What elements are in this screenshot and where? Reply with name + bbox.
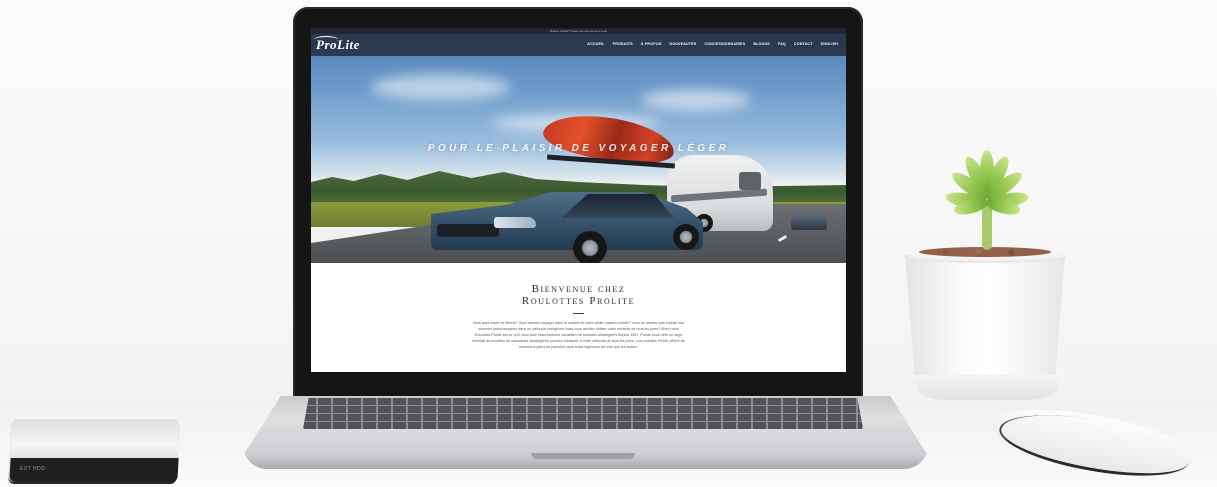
welcome-body-text: Vous avez envie de liberté? Vous désirez… — [472, 321, 685, 349]
welcome-title-line1: Bienvenue chez — [531, 283, 626, 295]
nav-item-a-propos[interactable]: À PROPOS — [641, 42, 662, 46]
cloud — [641, 89, 751, 111]
hard-drive-label: EXT HDD — [20, 466, 46, 472]
nav-item-english[interactable]: ENGLISH — [821, 42, 838, 46]
car-grille — [437, 224, 499, 237]
hero-tagline: POUR LE PLAISIR DE VOYAGER LÉGER — [427, 143, 730, 154]
nav-item-nouveautes[interactable]: NOUVEAUTÉS — [669, 42, 696, 46]
welcome-section: Bienvenue chez Roulottes Prolite Vous av… — [311, 263, 846, 372]
website-navbar: ProLite ACCUEIL PRODUITS À PROPOS NOUVEA… — [311, 34, 846, 56]
nav-item-concessionnaires[interactable]: CONCESSIONNAIRES — [704, 42, 745, 46]
trackpad-notch — [531, 453, 635, 459]
nav-item-accueil[interactable]: ACCUEIL — [587, 42, 604, 46]
welcome-divider — [573, 313, 584, 314]
welcome-title-line2: Roulottes Prolite — [521, 295, 636, 307]
nav-item-blogue[interactable]: BLOGUE — [753, 42, 770, 46]
nav-item-faq[interactable]: FAQ — [778, 42, 786, 46]
prolite-logo[interactable]: ProLite — [316, 37, 360, 53]
trailer-window — [739, 172, 761, 190]
nav-menu: ACCUEIL PRODUITS À PROPOS NOUVEAUTÉS CON… — [587, 42, 838, 46]
laptop-screen: Besoin d'aide? Nous sommes là pour vous … — [311, 28, 846, 372]
plant-pot — [905, 255, 1065, 375]
nav-item-produits[interactable]: PRODUITS — [613, 42, 633, 46]
distant-car — [791, 214, 827, 230]
car-rear-wheel — [673, 224, 699, 250]
hero-banner: POUR LE PLAISIR DE VOYAGER LÉGER — [311, 34, 846, 263]
car-headlight — [494, 217, 536, 228]
cloud — [371, 74, 511, 100]
car-front-wheel — [573, 231, 607, 263]
nav-item-contact[interactable]: CONTACT — [794, 42, 813, 46]
laptop-keyboard — [303, 398, 863, 429]
